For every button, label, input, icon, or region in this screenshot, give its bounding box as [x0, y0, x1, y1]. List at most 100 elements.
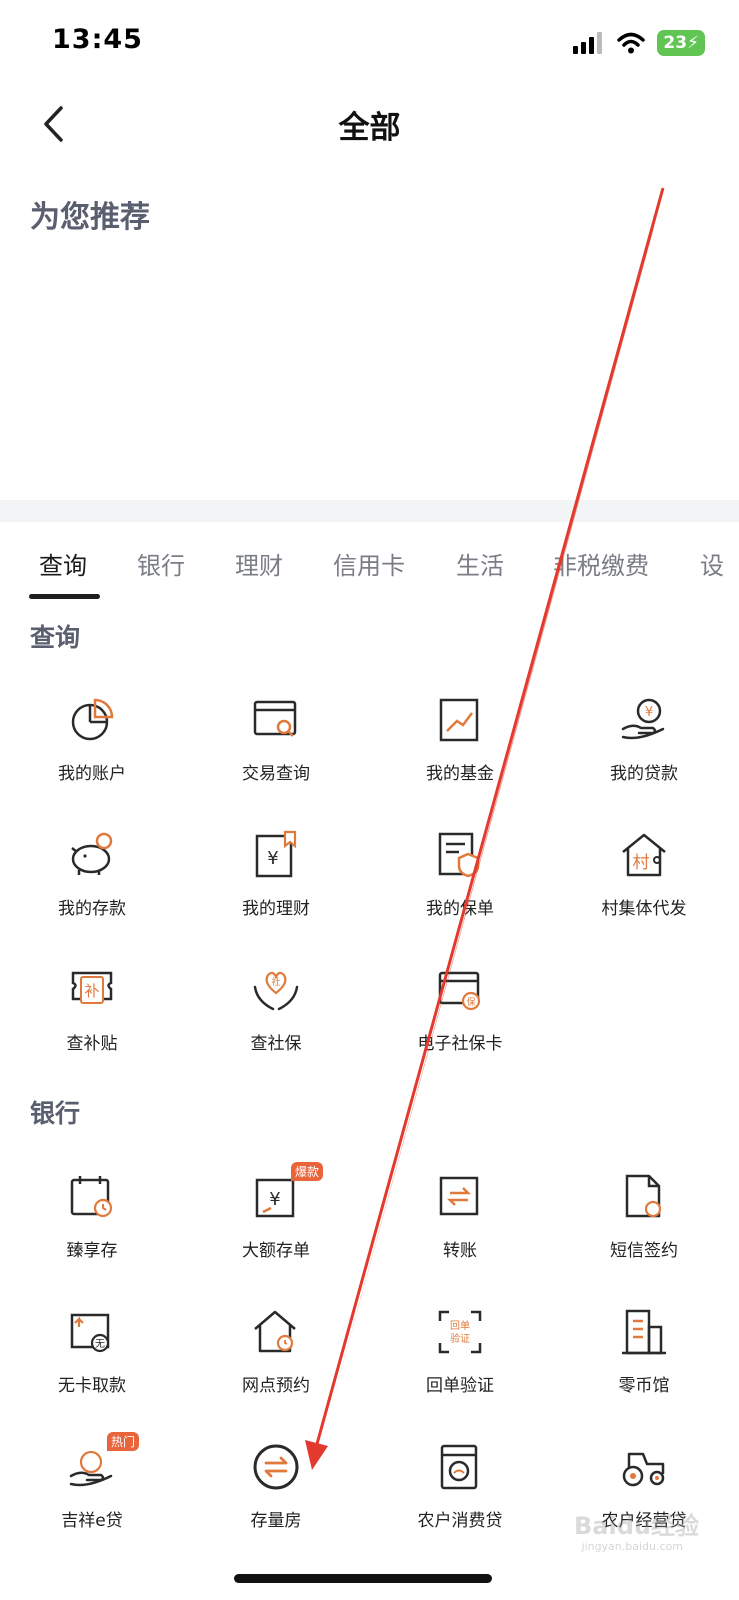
tab-life[interactable]: 生活 [456, 546, 504, 581]
bank-item-coin-hall[interactable]: 零币馆 [552, 1307, 736, 1417]
washer-icon [435, 1442, 485, 1492]
tab-query[interactable]: 查询 [39, 546, 87, 581]
home-indicator[interactable] [234, 1574, 492, 1583]
active-tab-indicator [29, 594, 100, 599]
query-item-village-pay[interactable]: 村 村集体代发 [552, 830, 736, 940]
item-label: 我的理财 [242, 899, 310, 919]
signal-icon [573, 32, 603, 54]
bank-item-farmer-consumer-loan[interactable]: 农户消费贷 [368, 1442, 552, 1552]
receipt-scan-icon: 回单 验证 [435, 1307, 485, 1357]
svg-text:回单: 回单 [450, 1320, 470, 1332]
social-card-icon: 保 [435, 965, 485, 1015]
svg-text:¥: ¥ [269, 1189, 280, 1210]
item-label: 臻享存 [66, 1241, 118, 1261]
page-title: 全部 [338, 110, 401, 146]
bank-item-transfer[interactable]: 转账 [368, 1172, 552, 1282]
item-label: 村集体代发 [601, 899, 687, 919]
status-icons: 23⚡ [573, 30, 705, 56]
query-item-fund[interactable]: 我的基金 [368, 695, 552, 805]
item-label: 存量房 [250, 1511, 302, 1531]
svg-text:¥: ¥ [267, 848, 278, 869]
query-item-social-card[interactable]: 保 电子社保卡 [368, 965, 552, 1075]
item-label: 农户消费贷 [417, 1511, 503, 1531]
bank-item-existing-house[interactable]: 存量房 [184, 1442, 368, 1552]
tab-bank[interactable]: 银行 [137, 546, 185, 581]
query-item-policy[interactable]: 我的保单 [368, 830, 552, 940]
subsidy-ticket-icon: 补 [67, 965, 117, 1015]
swap-circle-icon [251, 1442, 301, 1492]
svg-text:无: 无 [95, 1339, 105, 1350]
bank-item-receipt-verify[interactable]: 回单 验证 回单验证 [368, 1307, 552, 1417]
village-house-icon: 村 [619, 830, 669, 880]
hot-badge: 热门 [106, 1432, 139, 1451]
cardless-icon: 无 [67, 1307, 117, 1357]
bank-item-branch-booking[interactable]: 网点预约 [184, 1307, 368, 1417]
building-icon [619, 1307, 669, 1357]
policy-shield-icon [435, 830, 485, 880]
watermark-url: jingyan.baidu.com [581, 1540, 683, 1553]
bank-item-premium-deposit[interactable]: 臻享存 [0, 1172, 184, 1282]
item-label: 我的贷款 [610, 764, 678, 784]
item-label: 我的账户 [58, 764, 126, 784]
status-bar: 13:45 23⚡ [0, 0, 739, 90]
query-item-wealth[interactable]: ¥ 我的理财 [184, 830, 368, 940]
svg-text:验证: 验证 [450, 1332, 470, 1345]
svg-text:社: 社 [271, 976, 280, 988]
watermark-logo: Baidu经验 [574, 1512, 699, 1540]
item-label: 吉祥e贷 [61, 1511, 123, 1531]
deposit-cert-icon: ¥ 爆款 [251, 1162, 323, 1222]
calendar-clock-icon [67, 1172, 117, 1222]
tab-wealth[interactable]: 理财 [235, 546, 283, 581]
bank-item-large-deposit[interactable]: ¥ 爆款 大额存单 [184, 1162, 368, 1282]
bank-item-jixiang-loan[interactable]: 热门 吉祥e贷 [0, 1432, 184, 1552]
recommend-title: 为您推荐 [30, 200, 150, 235]
item-label: 查补贴 [66, 1034, 118, 1054]
transfer-icon [435, 1172, 485, 1222]
query-item-deposit[interactable]: 我的存款 [0, 830, 184, 940]
yuan-document-icon: ¥ [251, 830, 301, 880]
svg-text:补: 补 [84, 982, 99, 1000]
item-label: 网点预约 [242, 1376, 310, 1396]
item-label: 零币馆 [618, 1376, 670, 1396]
section-title-bank: 银行 [30, 1099, 81, 1128]
svg-text:村: 村 [633, 853, 650, 873]
pie-chart-icon [67, 695, 117, 745]
tab-settings[interactable]: 设 [700, 546, 724, 581]
battery-level: 23 [663, 33, 688, 53]
loan-hand-icon: 热门 [67, 1432, 139, 1492]
card-search-icon [251, 695, 301, 745]
tractor-icon [619, 1442, 669, 1492]
tab-credit-card[interactable]: 信用卡 [333, 546, 405, 581]
nav-bar: 全部 [0, 90, 739, 160]
item-label: 查社保 [250, 1034, 302, 1054]
item-label: 交易查询 [242, 764, 310, 784]
query-item-my-account[interactable]: 我的账户 [0, 695, 184, 805]
item-label: 我的保单 [426, 899, 494, 919]
svg-text:¥: ¥ [645, 705, 653, 720]
section-title-query: 查询 [30, 623, 81, 652]
bank-item-sms[interactable]: 短信签约 [552, 1172, 736, 1282]
status-time: 13:45 [52, 24, 143, 55]
wifi-icon [617, 32, 646, 54]
item-label: 大额存单 [242, 1241, 310, 1261]
item-label: 无卡取款 [58, 1376, 126, 1396]
query-item-social-security[interactable]: 社 查社保 [184, 965, 368, 1075]
heart-hands-icon: 社 [251, 965, 301, 1015]
item-label: 回单验证 [426, 1376, 494, 1396]
item-label: 转账 [443, 1241, 477, 1261]
item-label: 我的存款 [58, 899, 126, 919]
hand-yuan-icon: ¥ [619, 695, 669, 745]
item-label: 我的基金 [426, 764, 494, 784]
query-item-loan[interactable]: ¥ 我的贷款 [552, 695, 736, 805]
category-tabs: 查询 银行 理财 信用卡 生活 非税缴费 设 [0, 522, 739, 604]
query-item-transaction[interactable]: 交易查询 [184, 695, 368, 805]
item-label: 短信签约 [610, 1241, 678, 1261]
battery-icon: 23⚡ [657, 30, 705, 56]
hot-badge: 爆款 [290, 1162, 323, 1181]
item-label: 电子社保卡 [417, 1034, 503, 1054]
tab-non-tax-payment[interactable]: 非税缴费 [553, 546, 649, 581]
query-item-subsidy[interactable]: 补 查补贴 [0, 965, 184, 1075]
bank-item-cardless[interactable]: 无 无卡取款 [0, 1307, 184, 1417]
piggy-bank-icon [67, 830, 117, 880]
trend-chart-icon [435, 695, 485, 745]
